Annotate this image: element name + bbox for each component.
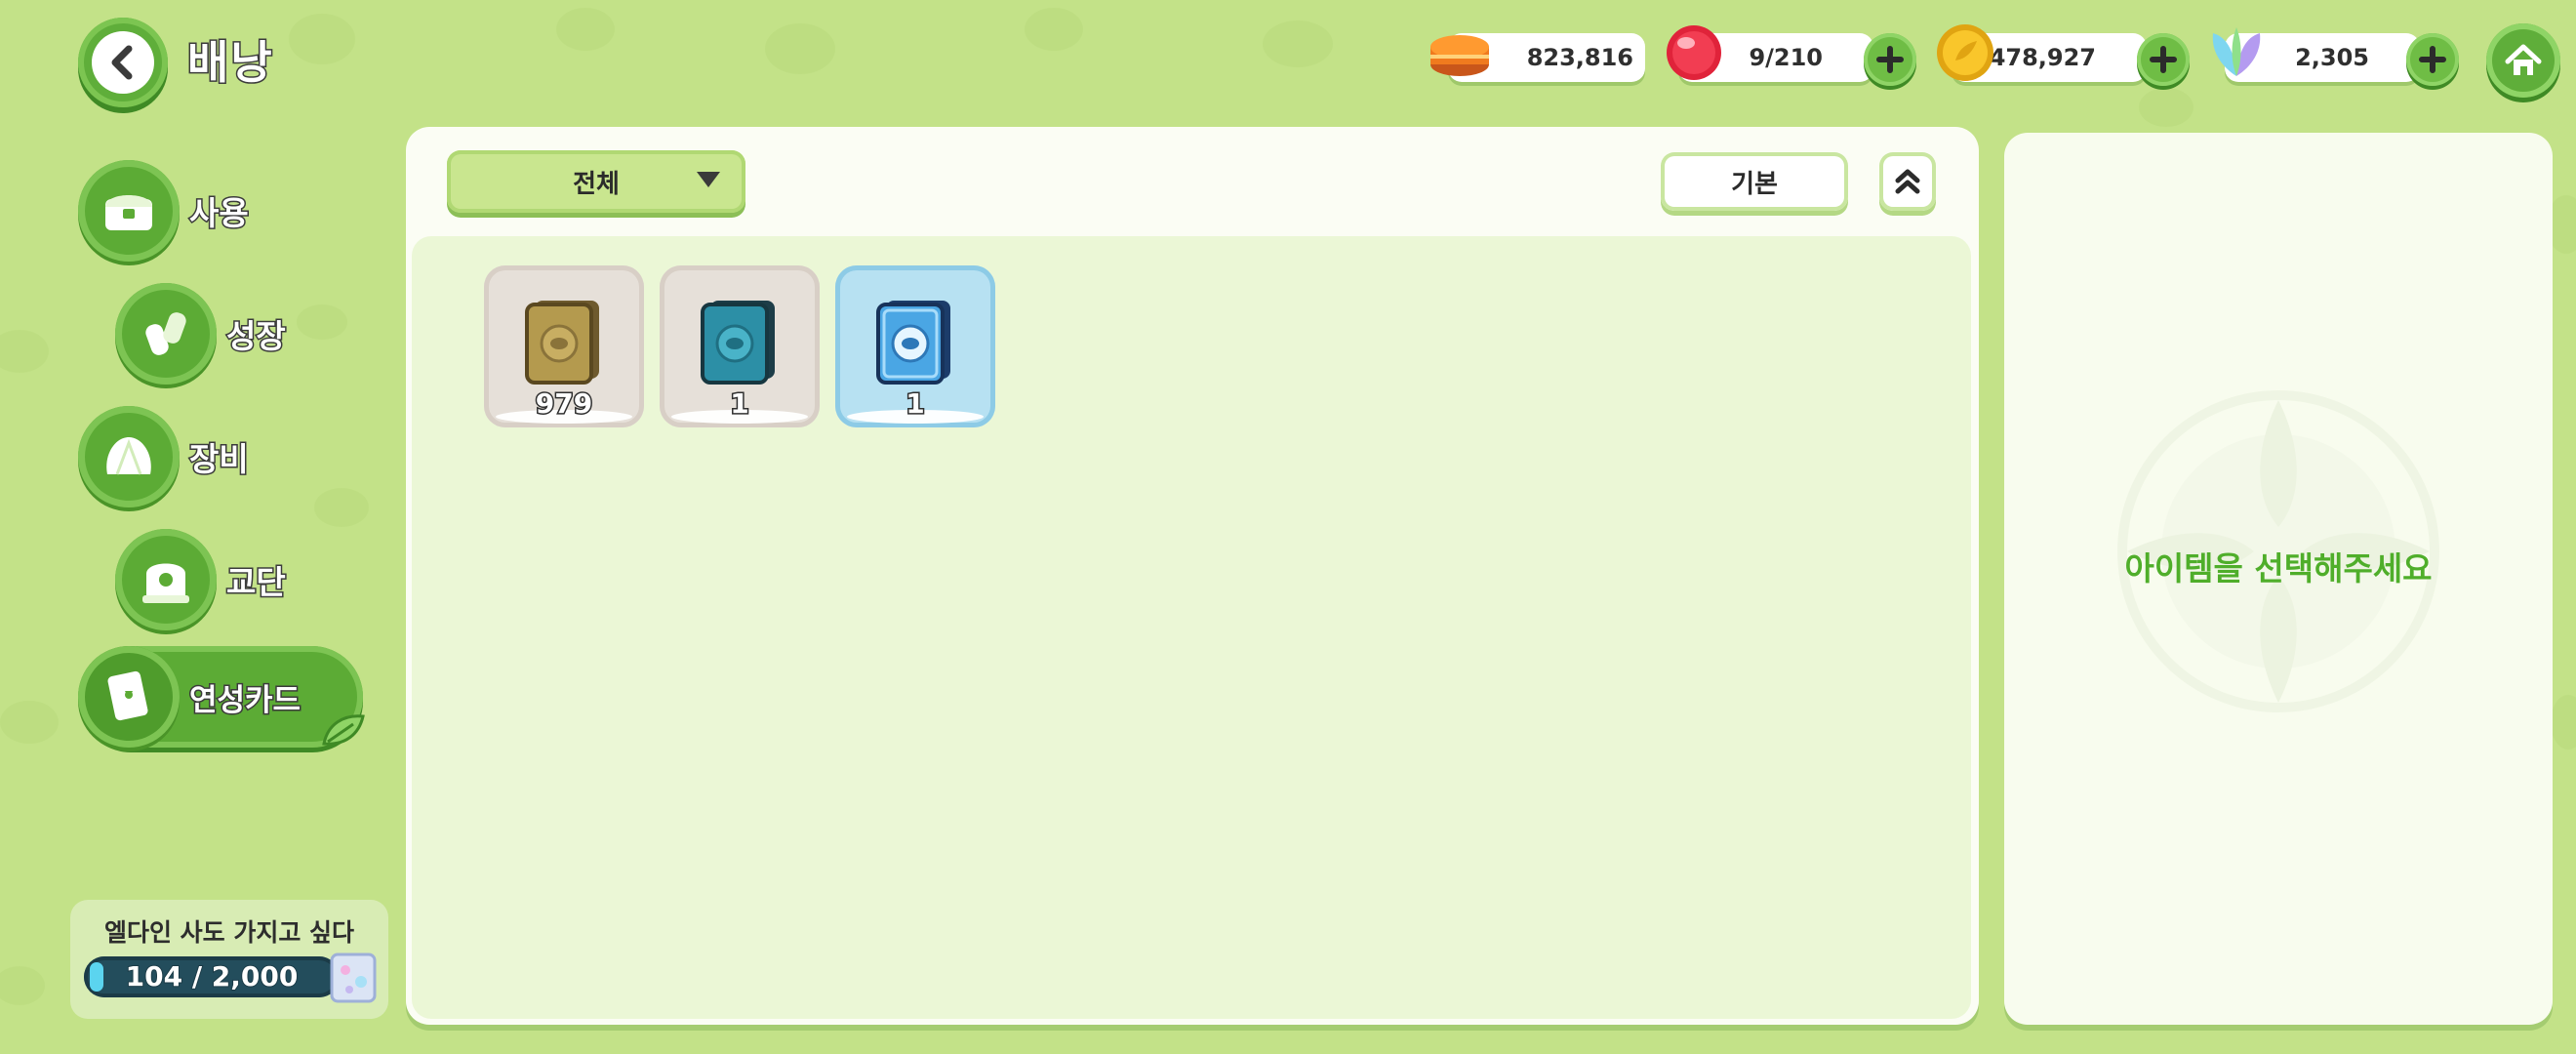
- item-slot[interactable]: 979: [484, 265, 644, 427]
- orange-macaron-icon: [1430, 35, 1489, 76]
- home-icon: [2505, 44, 2542, 75]
- stamina-plus-button[interactable]: [1864, 33, 1916, 86]
- filter-dropdown[interactable]: 전체: [447, 150, 745, 213]
- sidebar-item-alchemy-card[interactable]: 연성카드: [78, 646, 302, 748]
- caret-down-icon: [697, 172, 720, 187]
- chest-icon: [78, 160, 180, 262]
- sidebar-item-label: 성장: [225, 316, 288, 357]
- sidebar-item-order[interactable]: 교단: [115, 529, 288, 630]
- sidebar-item-label: 사용: [188, 193, 251, 234]
- sidebar-item-label: 장비: [188, 439, 251, 480]
- item-count: 979: [534, 386, 593, 422]
- quest-title: 엘다인 사도 가지고 싶다: [103, 918, 355, 947]
- item-grid: [412, 236, 1971, 1019]
- resource-bread-value: 823,816: [1526, 44, 1633, 71]
- sort-button-label: 기본: [1731, 169, 1778, 199]
- resource-stamina-value: 9/210: [1749, 44, 1823, 71]
- page-title: 배낭: [186, 35, 274, 91]
- card-icon: [78, 646, 180, 748]
- item-count: 1: [729, 386, 750, 422]
- crystal-plus-button[interactable]: [2406, 33, 2459, 86]
- gold-card-icon: [525, 301, 599, 385]
- leaf-crystal-icon: [2212, 27, 2261, 76]
- leaf-icon: [322, 714, 365, 746]
- sort-button[interactable]: 기본: [1661, 152, 1848, 211]
- collapse-button[interactable]: [1879, 152, 1936, 211]
- double-chevron-up-icon: [1895, 169, 1920, 194]
- back-button[interactable]: [78, 18, 168, 107]
- sidebar-item-growth[interactable]: 성장: [115, 283, 288, 385]
- potion-icon: [115, 283, 217, 385]
- item-count: 1: [905, 386, 926, 422]
- resource-crystal-value: 2,305: [2295, 44, 2369, 71]
- teal-card-icon: [701, 301, 775, 385]
- quest-panel[interactable]: 엘다인 사도 가지고 싶다 104 / 2,000: [70, 900, 388, 1019]
- plus-icon: [2419, 46, 2446, 73]
- chevron-left-icon: [92, 31, 154, 94]
- sidebar-item-use[interactable]: 사용: [78, 160, 251, 262]
- quest-progress-bar: 104 / 2,000: [84, 956, 340, 997]
- item-slot[interactable]: 1: [835, 265, 995, 427]
- detail-hint-text: 아이템을 선택해주세요: [2124, 549, 2433, 588]
- red-jelly-icon: [1667, 25, 1721, 80]
- temple-icon: [115, 529, 217, 630]
- item-slot[interactable]: 1: [660, 265, 820, 427]
- plus-icon: [1876, 46, 1904, 73]
- shell-icon: [78, 406, 180, 507]
- gold-coin-icon: [1937, 24, 1993, 81]
- quest-progress-text: 104 / 2,000: [125, 959, 300, 993]
- sidebar-item-equipment[interactable]: 장비: [78, 406, 251, 507]
- filter-dropdown-label: 전체: [573, 169, 620, 199]
- sidebar-item-label: 연성카드: [187, 681, 302, 719]
- home-button[interactable]: [2486, 23, 2560, 98]
- holo-card-icon: [330, 953, 377, 1003]
- coins-plus-button[interactable]: [2137, 33, 2190, 86]
- blue-card-icon: [876, 301, 950, 385]
- plus-icon: [2150, 46, 2177, 73]
- sidebar-item-label: 교단: [225, 562, 288, 603]
